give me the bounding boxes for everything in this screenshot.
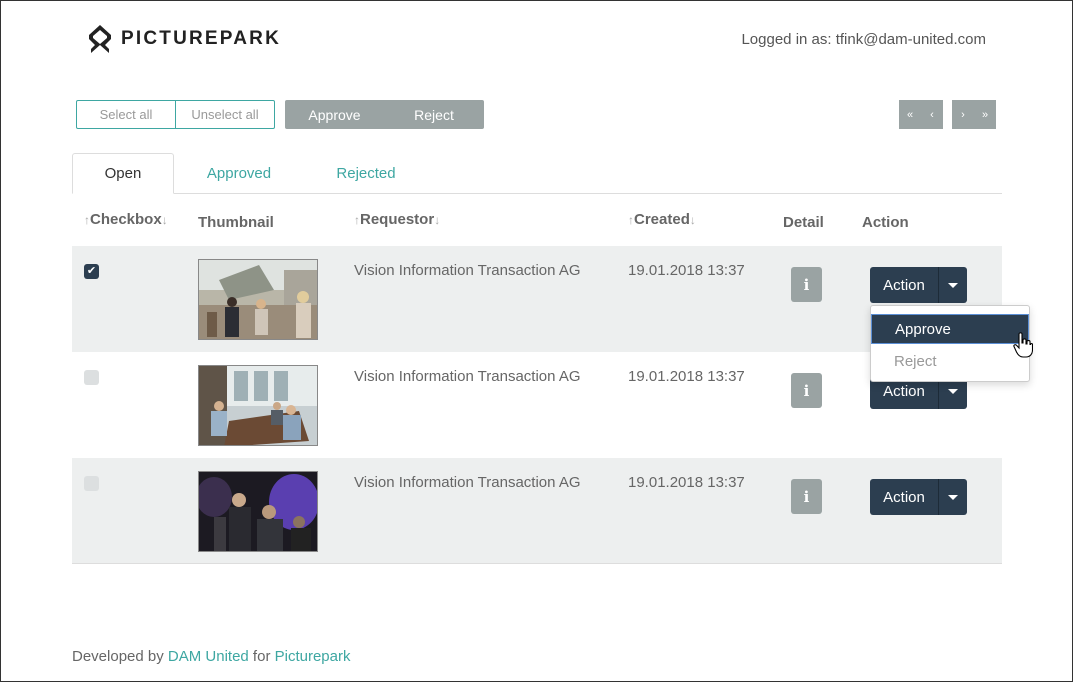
info-icon[interactable]: i [791, 373, 822, 408]
action-button[interactable]: Action [870, 479, 938, 515]
table-row: Vision Information Transaction AG 19.01.… [72, 458, 1002, 564]
action-dropdown-toggle[interactable] [938, 479, 967, 515]
caret-down-icon [948, 282, 958, 288]
info-icon[interactable]: i [791, 267, 822, 302]
action-split-button: Action [870, 479, 967, 515]
picturepark-logo-icon [89, 25, 111, 53]
unselect-all-button[interactable]: Unselect all [176, 100, 275, 129]
info-icon[interactable]: i [791, 479, 822, 514]
requestor-text: Vision Information Transaction AG [354, 262, 581, 279]
caret-down-icon [948, 388, 958, 394]
last-page-button[interactable]: » [974, 100, 996, 129]
pager-back: « ‹ [899, 100, 943, 129]
requestor-text: Vision Information Transaction AG [354, 368, 581, 385]
row-checkbox[interactable] [84, 476, 99, 491]
dropdown-approve-item[interactable]: Approve [871, 314, 1029, 344]
created-text: 19.01.2018 13:37 [628, 262, 745, 279]
action-dropdown-toggle[interactable] [938, 267, 967, 303]
action-dropdown-menu: Approve Reject [870, 305, 1030, 382]
thumbnail-image[interactable] [198, 365, 318, 446]
approve-button[interactable]: Approve [285, 100, 384, 129]
table-row: ✔ Vision Information Transaction AG 19.0… [72, 246, 1002, 352]
dam-united-link[interactable]: DAM United [168, 648, 249, 665]
logged-in-text: Logged in as: tfink@dam-united.com [741, 31, 986, 48]
next-page-button[interactable]: › [952, 100, 974, 129]
thumbnail-image[interactable] [198, 471, 318, 552]
requestor-text: Vision Information Transaction AG [354, 474, 581, 491]
prev-page-button[interactable]: ‹ [921, 100, 943, 129]
picturepark-link[interactable]: Picturepark [275, 648, 351, 665]
created-text: 19.01.2018 13:37 [628, 368, 745, 385]
action-split-button: Action [870, 267, 967, 303]
brand-name: PICTUREPARK [121, 28, 282, 49]
select-all-button[interactable]: Select all [76, 100, 176, 129]
first-page-button[interactable]: « [899, 100, 921, 129]
header-detail: Detail [783, 214, 824, 231]
tab-approved[interactable]: Approved [174, 153, 304, 194]
tab-rejected[interactable]: Rejected [304, 153, 428, 194]
header-requestor[interactable]: ↑Requestor↓ [354, 211, 440, 228]
status-tabs: Open Approved Rejected [72, 153, 1002, 194]
pager-forward: › » [952, 100, 996, 129]
thumbnail-image[interactable] [198, 259, 318, 340]
row-checkbox[interactable]: ✔ [84, 264, 99, 279]
header-checkbox[interactable]: ↑Checkbox↓ [84, 211, 168, 228]
header-action: Action [862, 214, 909, 231]
caret-down-icon [948, 494, 958, 500]
created-text: 19.01.2018 13:37 [628, 474, 745, 491]
header-created[interactable]: ↑Created↓ [628, 211, 696, 228]
action-button[interactable]: Action [870, 267, 938, 303]
header-thumbnail: Thumbnail [198, 214, 274, 231]
footer-text: Developed by DAM United for Picturepark [72, 648, 351, 665]
reject-button[interactable]: Reject [384, 100, 484, 129]
dropdown-reject-item[interactable]: Reject [871, 346, 1029, 376]
row-checkbox[interactable] [84, 370, 99, 385]
logo: PICTUREPARK [88, 24, 281, 54]
table-row: Vision Information Transaction AG 19.01.… [72, 352, 1002, 458]
bulk-action-group: Approve Reject [285, 100, 484, 129]
tab-open[interactable]: Open [72, 153, 174, 194]
selection-toolbar: Select all Unselect all Approve Reject [76, 100, 484, 129]
hand-cursor-icon [1013, 332, 1033, 358]
